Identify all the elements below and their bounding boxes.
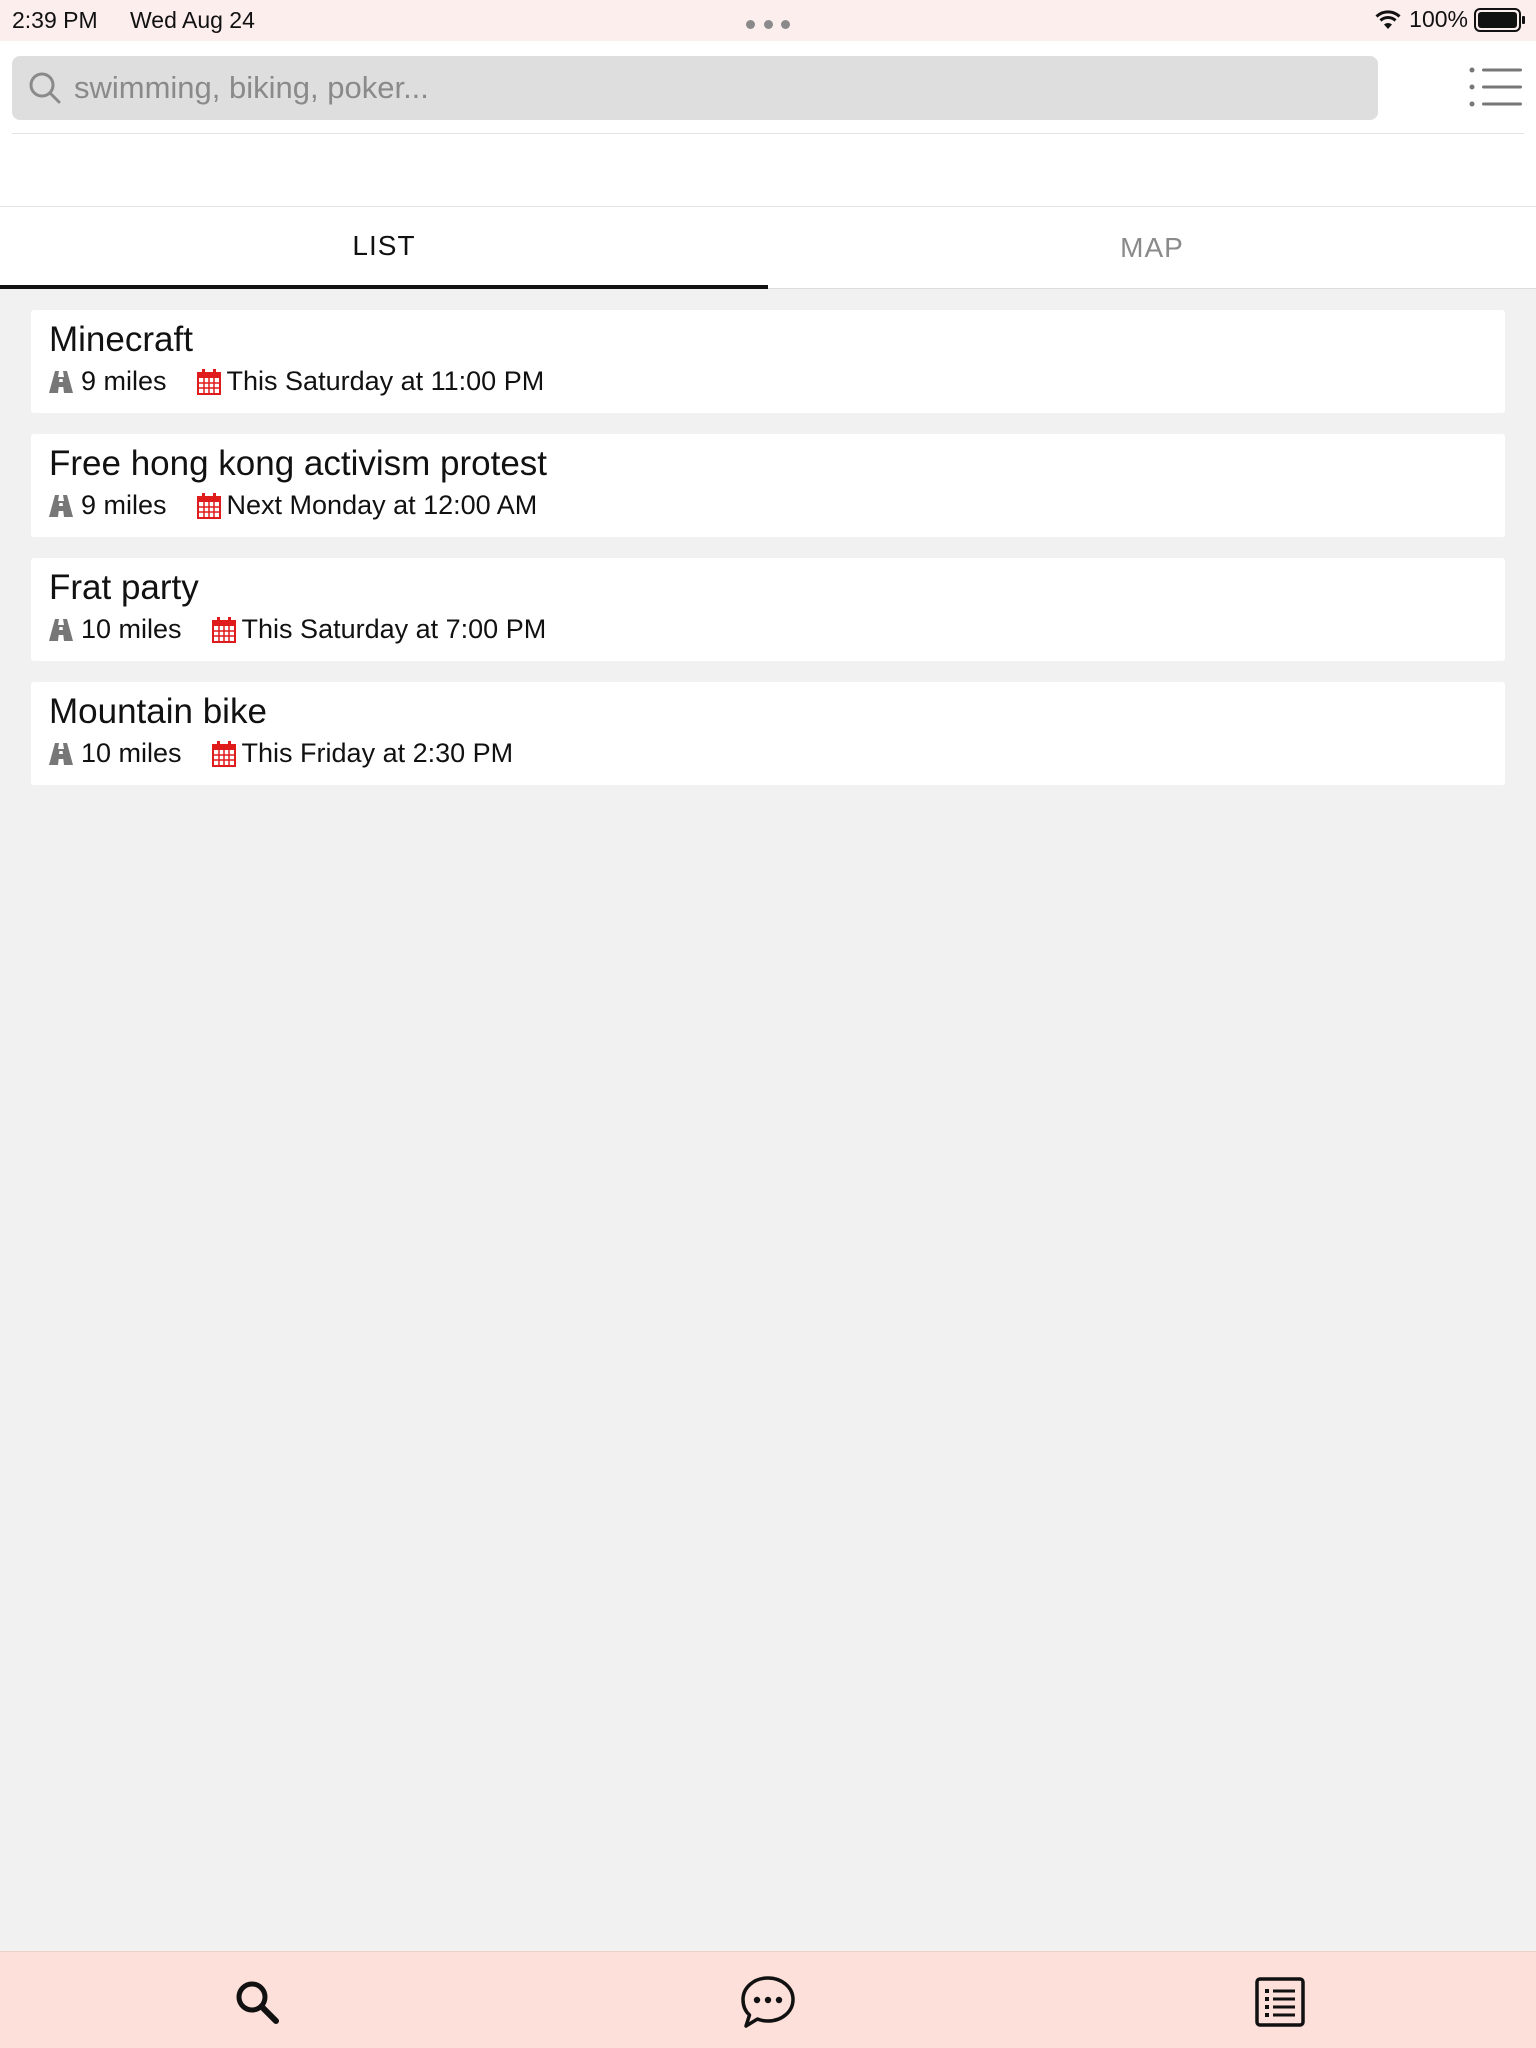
event-distance: 10 miles xyxy=(49,614,182,645)
search-bar[interactable] xyxy=(12,56,1378,120)
battery-icon xyxy=(1474,7,1525,32)
event-title: Mountain bike xyxy=(49,692,267,731)
event-date-text: This Friday at 2:30 PM xyxy=(241,738,514,768)
calendar-icon xyxy=(196,492,221,519)
event-meta: 10 miles This Saturday at 7:00 PM xyxy=(49,614,1487,645)
calendar-icon xyxy=(211,616,236,643)
header-divider xyxy=(12,133,1524,134)
event-card[interactable]: Mountain bike 10 miles This Friday at 2:… xyxy=(31,682,1505,785)
event-card[interactable]: Minecraft 9 miles This Saturday at 11:00… xyxy=(31,310,1505,413)
road-icon xyxy=(49,494,73,517)
event-title: Minecraft xyxy=(49,320,193,359)
nav-chat-button[interactable] xyxy=(738,1972,798,2032)
wifi-icon xyxy=(1375,9,1401,29)
search-input[interactable] xyxy=(74,70,1324,106)
calendar-icon xyxy=(211,740,236,767)
event-distance: 9 miles xyxy=(49,366,167,397)
multitasking-dots-icon[interactable] xyxy=(746,20,790,30)
event-date-text: Next Monday at 12:00 AM xyxy=(226,490,538,520)
event-card[interactable]: Frat party 10 miles This Saturday at 7:0… xyxy=(31,558,1505,661)
list-icon xyxy=(1255,1977,1305,2027)
road-icon xyxy=(49,742,73,765)
event-title: Frat party xyxy=(49,568,199,607)
nav-list-button[interactable] xyxy=(1250,1972,1310,2032)
status-date: Wed Aug 24 xyxy=(130,7,255,33)
event-date-text: This Saturday at 11:00 PM xyxy=(226,366,545,396)
calendar-icon xyxy=(196,368,221,395)
header xyxy=(0,41,1536,207)
search-icon xyxy=(29,72,61,104)
status-indicators: 100% xyxy=(1373,6,1526,33)
event-date: Next Monday at 12:00 AM xyxy=(196,490,538,521)
event-date-text: This Saturday at 7:00 PM xyxy=(241,614,547,644)
chat-bubble-icon xyxy=(741,1976,795,2028)
event-date: This Friday at 2:30 PM xyxy=(211,738,514,769)
event-meta: 10 miles This Friday at 2:30 PM xyxy=(49,738,1487,769)
event-distance-text: 9 miles xyxy=(81,366,167,396)
bottom-nav xyxy=(0,1951,1536,2048)
event-date: This Saturday at 11:00 PM xyxy=(196,366,545,397)
tab-list[interactable]: LIST xyxy=(0,207,768,289)
event-card[interactable]: Free hong kong activism protest 9 miles … xyxy=(31,434,1505,537)
road-icon xyxy=(49,370,73,393)
tab-map[interactable]: MAP xyxy=(768,207,1536,289)
event-meta: 9 miles Next Monday at 12:00 AM xyxy=(49,490,1487,521)
road-icon xyxy=(49,618,73,641)
status-bar: 2:39 PM Wed Aug 24 100% xyxy=(0,0,1536,41)
event-list: Minecraft 9 miles This Saturday at 11:00… xyxy=(31,310,1505,806)
nav-search-button[interactable] xyxy=(227,1972,287,2032)
event-distance: 9 miles xyxy=(49,490,167,521)
event-distance: 10 miles xyxy=(49,738,182,769)
search-icon xyxy=(236,1981,279,2024)
event-date: This Saturday at 7:00 PM xyxy=(211,614,547,645)
view-tabs: LIST MAP xyxy=(0,207,1536,289)
event-title: Free hong kong activism protest xyxy=(49,444,548,483)
event-distance-text: 10 miles xyxy=(81,614,182,644)
event-meta: 9 miles This Saturday at 11:00 PM xyxy=(49,366,1487,397)
menu-list-icon[interactable] xyxy=(1468,65,1524,109)
battery-percent: 100% xyxy=(1409,6,1468,32)
event-distance-text: 9 miles xyxy=(81,490,167,520)
status-time: 2:39 PM xyxy=(12,7,98,33)
event-distance-text: 10 miles xyxy=(81,738,182,768)
